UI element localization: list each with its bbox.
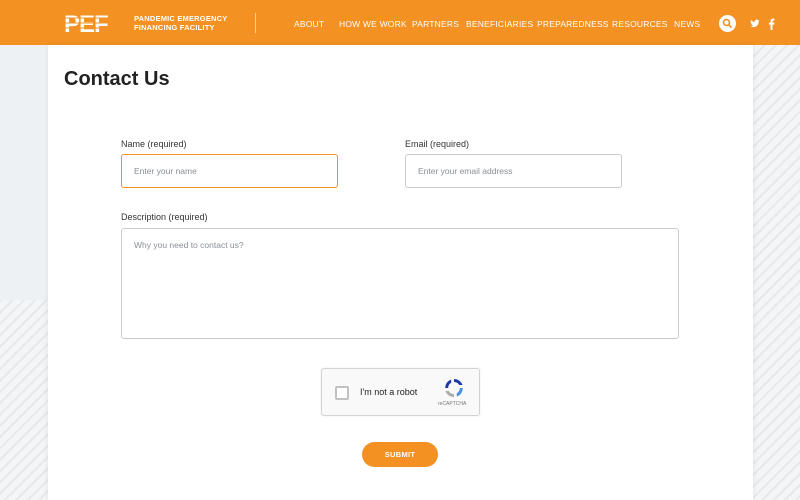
nav-about[interactable]: ABOUT [294, 19, 324, 29]
site-header: PEF PANDEMIC EMERGENCY FINANCING FACILIT… [0, 0, 800, 45]
email-input[interactable] [405, 154, 622, 188]
facebook-icon[interactable] [768, 18, 775, 30]
email-label: Email (required) [405, 139, 470, 149]
description-textarea[interactable] [121, 228, 679, 339]
recaptcha-widget: I'm not a robot reCAPTCHA [321, 368, 480, 416]
name-input[interactable] [121, 154, 338, 188]
background-pattern-left [0, 300, 48, 500]
nav-beneficiaries[interactable]: BENEFICIARIES [466, 19, 533, 29]
nav-partners[interactable]: PARTNERS [412, 19, 459, 29]
nav-preparedness[interactable]: PREPAREDNESS [537, 19, 609, 29]
recaptcha-label: I'm not a robot [360, 387, 418, 397]
submit-button[interactable]: SUBMIT [362, 442, 438, 467]
description-label: Description (required) [121, 212, 208, 222]
page-title: Contact Us [64, 68, 170, 90]
nav-news[interactable]: NEWS [674, 19, 700, 29]
twitter-icon[interactable] [750, 18, 760, 30]
name-label: Name (required) [121, 139, 187, 149]
recaptcha-brand: reCAPTCHA [438, 401, 467, 407]
nav-resources[interactable]: RESOURCES [612, 19, 668, 29]
search-button[interactable] [719, 15, 736, 32]
recaptcha-checkbox[interactable] [335, 386, 349, 400]
background-pattern-right [752, 45, 800, 500]
search-icon [722, 18, 732, 28]
nav-how-we-work[interactable]: HOW WE WORK [339, 19, 407, 29]
recaptcha-icon [445, 379, 463, 397]
main-nav: ABOUT HOW WE WORK PARTNERS BENEFICIARIES… [0, 0, 800, 45]
